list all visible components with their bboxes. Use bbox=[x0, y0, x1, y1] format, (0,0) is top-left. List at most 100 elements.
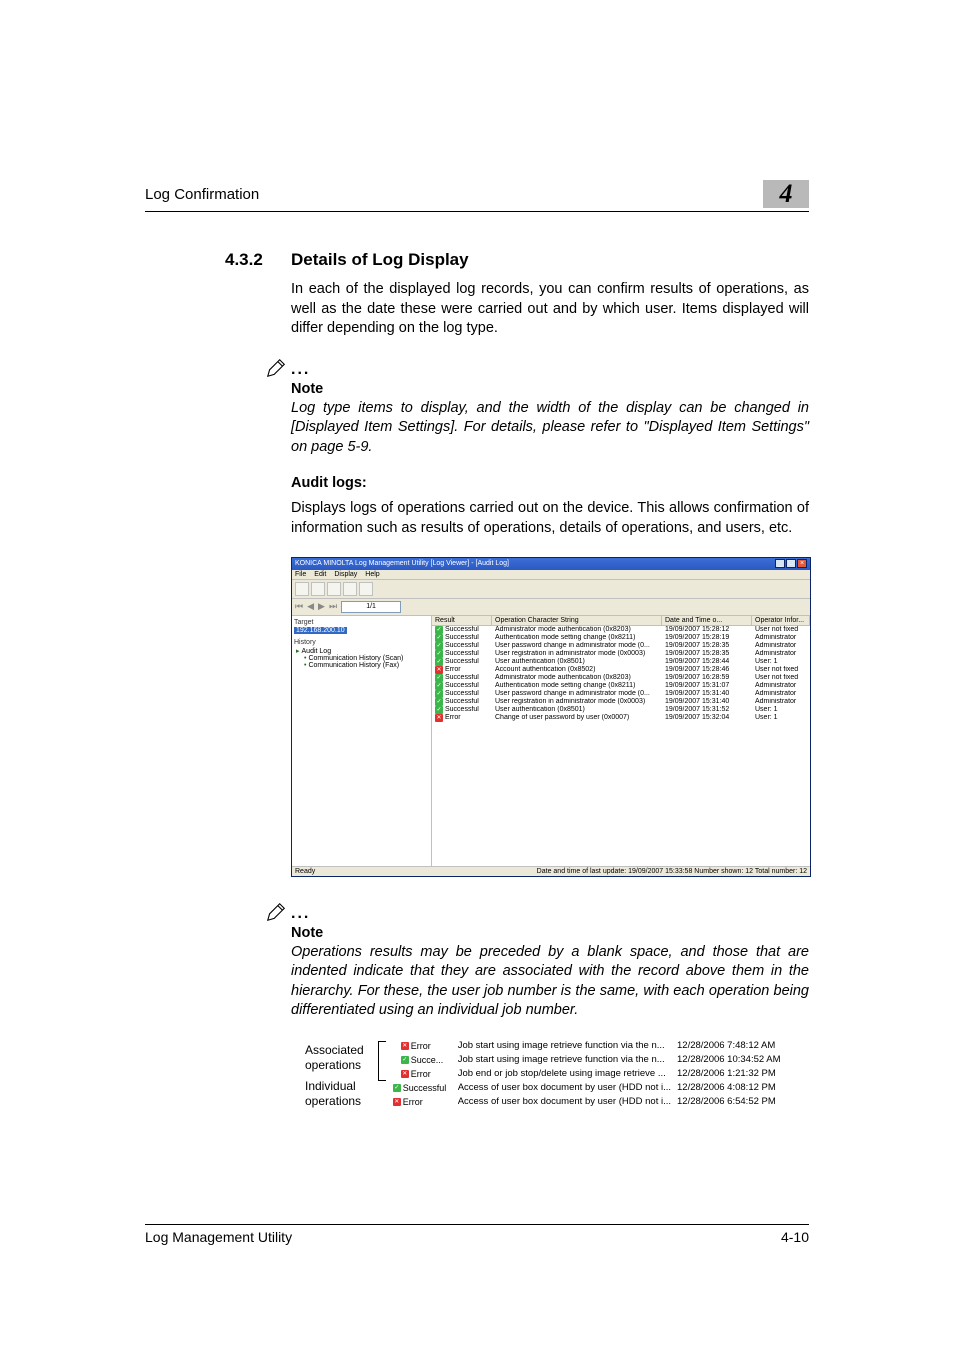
datetime-text: 19/09/2007 15:28:44 bbox=[662, 658, 752, 666]
operator-text: User: 1 bbox=[752, 658, 810, 666]
table-row[interactable]: ✓SuccessfulUser authentication (0x8501)1… bbox=[432, 658, 810, 666]
error-icon: ✕ bbox=[393, 1098, 401, 1106]
note2-label: Note bbox=[291, 925, 809, 941]
datetime-text: 19/09/2007 15:31:40 bbox=[662, 690, 752, 698]
op-text: Account authentication (0x8502) bbox=[492, 666, 662, 674]
datetime-text: 19/09/2007 15:31:52 bbox=[662, 706, 752, 714]
app-window: KONICA MINOLTA Log Management Utility [L… bbox=[291, 557, 811, 877]
list-item: Job end or job stop/delete using image r… bbox=[458, 1067, 805, 1081]
table-row[interactable]: ✓SuccessfulAuthentication mode setting c… bbox=[432, 682, 810, 690]
list-item: ✓Succe... bbox=[393, 1053, 452, 1067]
table-row[interactable]: ✓SuccessfulUser password change in admin… bbox=[432, 690, 810, 698]
status-left: Ready bbox=[295, 868, 315, 875]
result-text: Successful bbox=[445, 650, 479, 657]
table-row[interactable]: ✓SuccessfulAuthentication mode setting c… bbox=[432, 634, 810, 642]
op-text: User registration in administrator mode … bbox=[492, 698, 662, 706]
list-item: Job start using image retrieve function … bbox=[458, 1039, 805, 1053]
page-indicator[interactable]: 1/1 bbox=[341, 601, 401, 613]
intro-paragraph: In each of the displayed log records, yo… bbox=[291, 280, 809, 339]
operator-text: User: 1 bbox=[752, 714, 810, 722]
tree-audit-log[interactable]: ▸Audit Log bbox=[294, 647, 429, 655]
nav-last-icon[interactable]: ⏭ bbox=[329, 601, 337, 612]
list-item: ✕Error bbox=[393, 1067, 452, 1081]
menu-file[interactable]: File bbox=[295, 571, 306, 578]
result-text: Successful bbox=[445, 658, 479, 665]
datetime-text: 19/09/2007 15:28:35 bbox=[662, 642, 752, 650]
result-text: Successful bbox=[445, 706, 479, 713]
section-heading: 4.3.2 Details of Log Display bbox=[225, 250, 809, 270]
left-pane: Target 192.168.200.10 History ▸Audit Log… bbox=[292, 616, 432, 866]
list-item: Access of user box document by user (HDD… bbox=[458, 1095, 805, 1109]
success-icon: ✓ bbox=[435, 706, 443, 714]
datetime-text: 12/28/2006 10:34:52 AM bbox=[677, 1054, 805, 1065]
datetime-text: 19/09/2007 16:28:59 bbox=[662, 674, 752, 682]
menu-edit[interactable]: Edit bbox=[314, 571, 326, 578]
table-row[interactable]: ✓Successful User authentication (0x8501)1… bbox=[432, 706, 810, 714]
nav-next-icon[interactable]: ▶ bbox=[318, 601, 325, 612]
datetime-text: 19/09/2007 15:28:12 bbox=[662, 626, 752, 634]
datetime-text: 12/28/2006 7:48:12 AM bbox=[677, 1040, 805, 1051]
col-operator[interactable]: Operator Infor... bbox=[752, 616, 810, 625]
col-datetime[interactable]: Date and Time o... bbox=[662, 616, 752, 625]
table-row[interactable]: ✓SuccessfulAdministrator mode authentica… bbox=[432, 674, 810, 682]
success-icon: ✓ bbox=[435, 650, 443, 658]
col-result[interactable]: Result bbox=[432, 616, 492, 625]
result-text: Error bbox=[403, 1097, 423, 1107]
tree-comm-fax[interactable]: •Communication History (Fax) bbox=[294, 662, 429, 669]
note-icon-row: ... bbox=[265, 357, 809, 379]
datetime-text: 19/09/2007 15:28:35 bbox=[662, 650, 752, 658]
grid-rows: ✓SuccessfulAdministrator mode authentica… bbox=[432, 626, 810, 722]
toolbar-icon[interactable] bbox=[343, 582, 357, 596]
toolbar-icon[interactable] bbox=[327, 582, 341, 596]
target-selected[interactable]: 192.168.200.10 bbox=[294, 627, 347, 634]
table-row[interactable]: ✕ErrorChange of user password by user (0… bbox=[432, 714, 810, 722]
op-text: User authentication (0x8501) bbox=[492, 706, 662, 714]
toolbar-icon[interactable] bbox=[311, 582, 325, 596]
success-icon: ✓ bbox=[401, 1056, 409, 1064]
menu-help[interactable]: Help bbox=[365, 571, 379, 578]
op-text: Access of user box document by user (HDD… bbox=[458, 1096, 677, 1107]
list-item: ✕Error bbox=[393, 1095, 452, 1109]
operator-text: Administrator bbox=[752, 650, 810, 658]
tree-comm-scan[interactable]: •Communication History (Scan) bbox=[294, 655, 429, 662]
table-row[interactable]: ✓SuccessfulUser registration in administ… bbox=[432, 698, 810, 706]
menu-display[interactable]: Display bbox=[334, 571, 357, 578]
note2-body: Operations results may be preceded by a … bbox=[291, 943, 809, 1021]
page: Log Confirmation 4 4.3.2 Details of Log … bbox=[0, 0, 954, 1350]
success-icon: ✓ bbox=[435, 626, 443, 634]
table-row[interactable]: ✓SuccessfulUser registration in administ… bbox=[432, 650, 810, 658]
op-text: Authentication mode setting change (0x82… bbox=[492, 634, 662, 642]
assoc-desc-col: Job start using image retrieve function … bbox=[458, 1039, 805, 1109]
window-title: KONICA MINOLTA Log Management Utility [L… bbox=[295, 560, 509, 567]
grid-pane: Result Operation Character String Date a… bbox=[432, 616, 810, 866]
result-text: Successful bbox=[445, 674, 479, 681]
datetime-text: 19/09/2007 15:28:19 bbox=[662, 634, 752, 642]
label-individual-ops: Individual operations bbox=[305, 1079, 372, 1109]
maximize-button[interactable]: □ bbox=[786, 559, 796, 568]
table-row[interactable]: ✓SuccessfulAdministrator mode authentica… bbox=[432, 626, 810, 634]
list-item: Job start using image retrieve function … bbox=[458, 1053, 805, 1067]
op-text: Change of user password by user (0x0007) bbox=[492, 714, 662, 722]
nav-prev-icon[interactable]: ◀ bbox=[307, 601, 314, 612]
associated-operations-figure: Associated operations Individual operati… bbox=[305, 1039, 805, 1109]
close-button[interactable]: × bbox=[797, 559, 807, 568]
menu-bar: File Edit Display Help bbox=[292, 570, 810, 580]
tool-bar bbox=[292, 580, 810, 599]
table-row[interactable]: ✕ErrorAccount authentication (0x8502)19/… bbox=[432, 666, 810, 674]
note1-label: Note bbox=[291, 381, 809, 397]
table-row[interactable]: ✓SuccessfulUser password change in admin… bbox=[432, 642, 810, 650]
pencil-icon bbox=[265, 357, 287, 379]
page-header: Log Confirmation 4 bbox=[145, 180, 809, 212]
success-icon: ✓ bbox=[435, 698, 443, 706]
note1-body: Log type items to display, and the width… bbox=[291, 399, 809, 458]
error-icon: ✕ bbox=[401, 1070, 409, 1078]
toolbar-icon[interactable] bbox=[295, 582, 309, 596]
op-text: Job end or job stop/delete using image r… bbox=[458, 1068, 677, 1079]
col-operation[interactable]: Operation Character String bbox=[492, 616, 662, 625]
toolbar-icon[interactable] bbox=[359, 582, 373, 596]
datetime-text: 19/09/2007 15:32:04 bbox=[662, 714, 752, 722]
nav-first-icon[interactable]: ⏮ bbox=[295, 601, 303, 612]
minimize-button[interactable]: _ bbox=[775, 559, 785, 568]
op-text: Access of user box document by user (HDD… bbox=[458, 1082, 677, 1093]
error-icon: ✕ bbox=[401, 1042, 409, 1050]
